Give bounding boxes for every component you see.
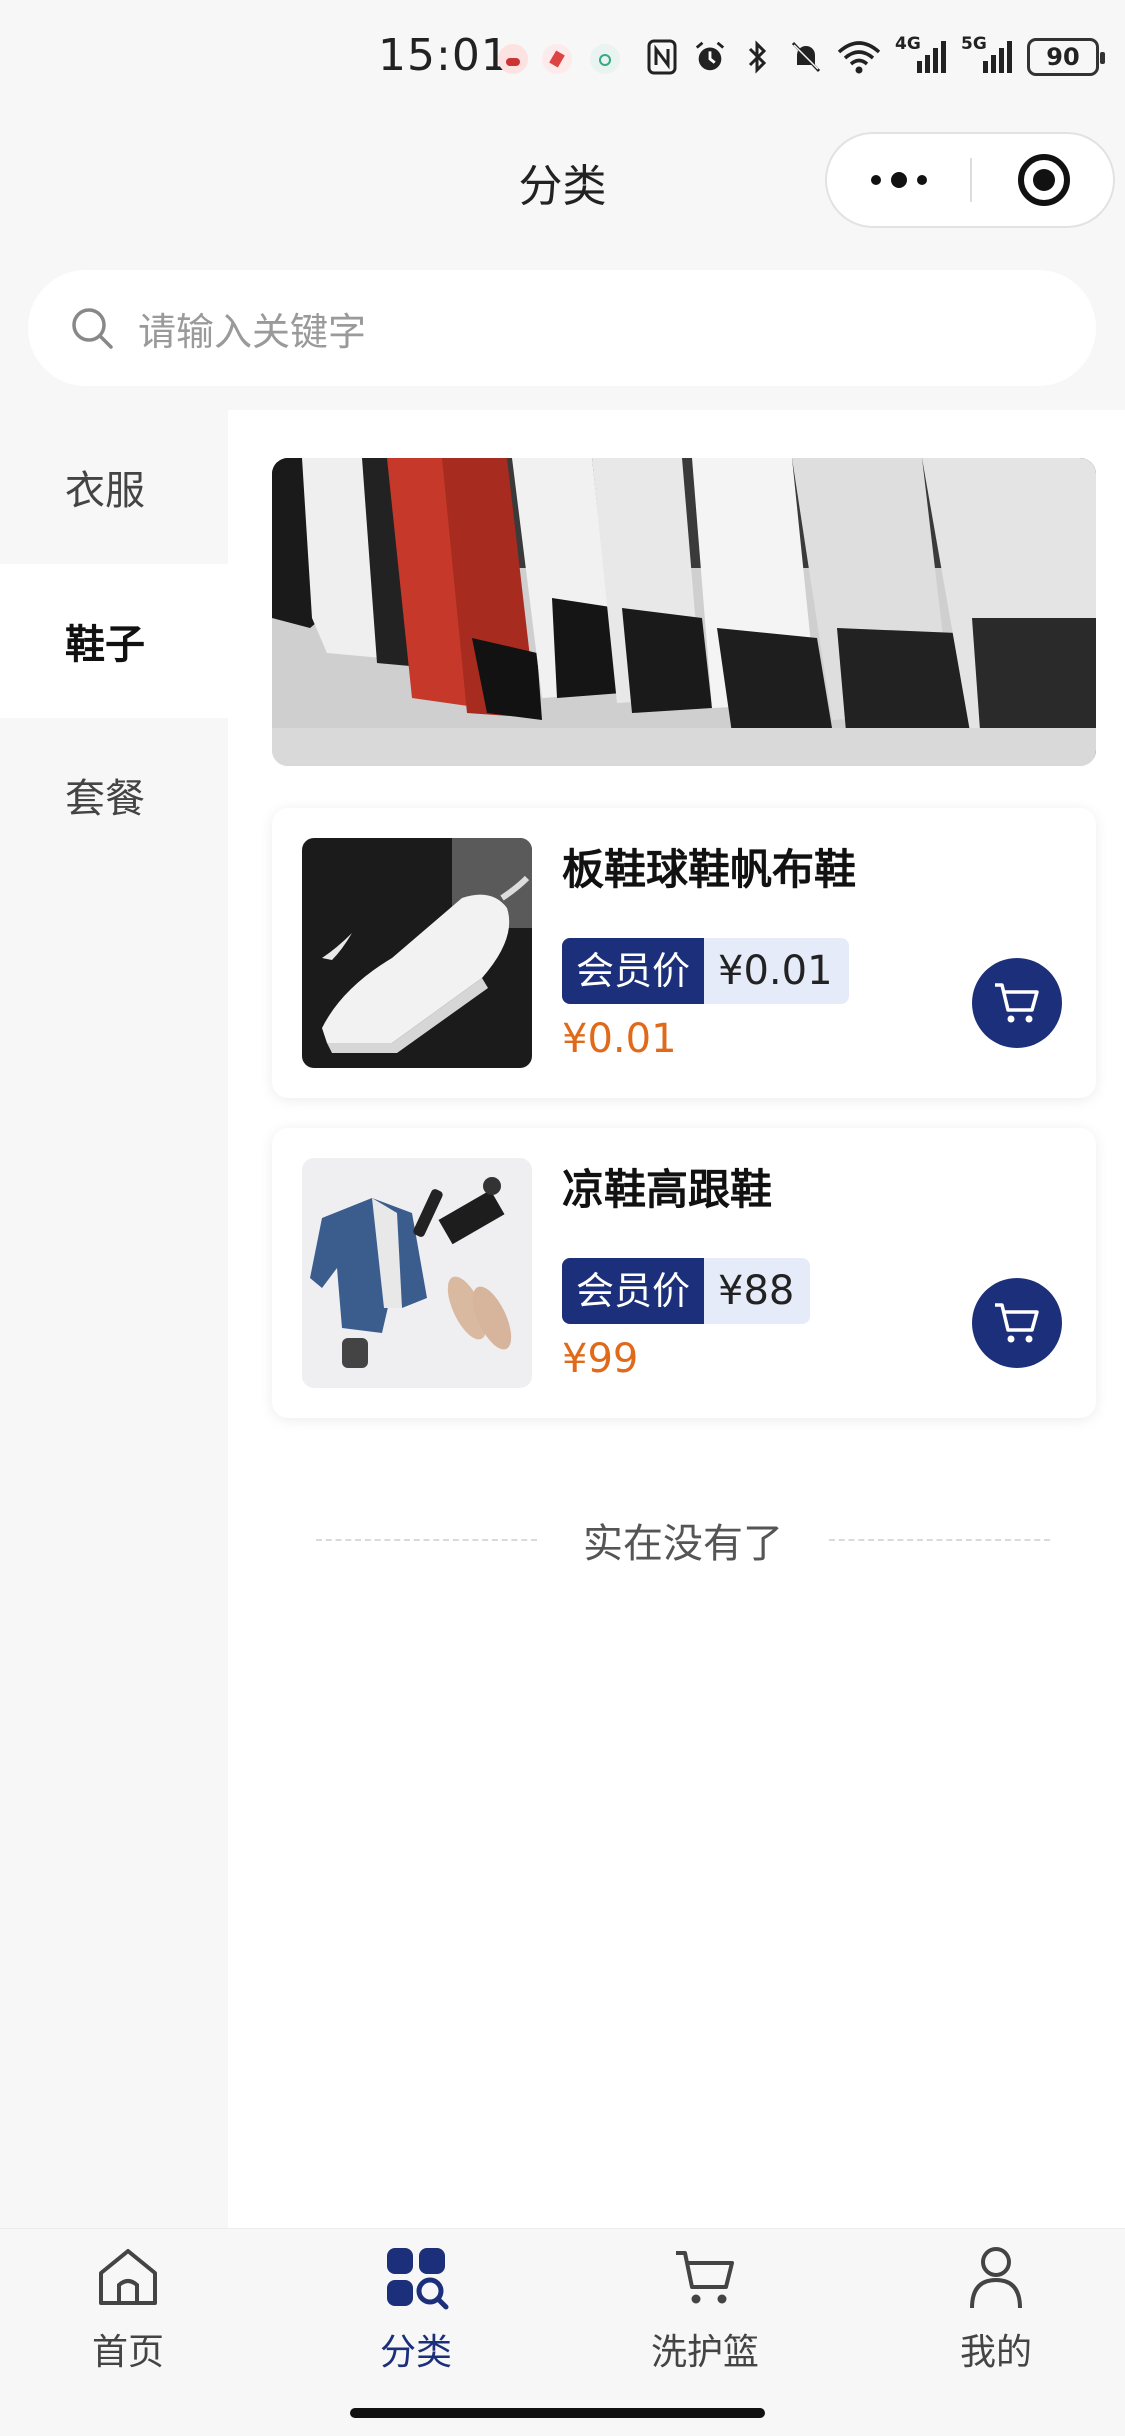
status-icons: 4G 5G 90 <box>645 34 1105 80</box>
product-name: 凉鞋高跟鞋 <box>562 1165 773 1214</box>
category-icon <box>380 2241 452 2313</box>
notification-app-icon <box>590 44 620 74</box>
close-button[interactable] <box>972 134 1115 226</box>
status-bar: 15:01 4G 5G 90 <box>0 0 1125 118</box>
sidebar-item-label: 套餐 <box>65 776 145 822</box>
tab-label: 分类 <box>379 2332 452 2373</box>
sidebar-item-shoes[interactable]: 鞋子 <box>0 564 228 718</box>
add-to-cart-button[interactable] <box>972 958 1062 1048</box>
cart-icon <box>669 2241 741 2313</box>
bluetooth-icon <box>741 38 775 76</box>
sidebar-item-package[interactable]: 套餐 <box>0 718 210 872</box>
more-button[interactable] <box>827 134 970 226</box>
more-dots-icon <box>870 175 881 185</box>
outfit-flatlay-illustration <box>302 1158 532 1388</box>
notification-app-icon <box>542 44 572 74</box>
search-input[interactable]: 请输入关键字 <box>28 270 1096 386</box>
cart-icon <box>995 1303 1039 1343</box>
bottom-tab-bar: 首页 分类 洗护篮 我的 <box>0 2228 1125 2436</box>
nav-header: 分类 <box>0 118 1125 245</box>
member-tag: 会员价 <box>562 1258 705 1324</box>
tab-home[interactable]: 首页 <box>38 2241 218 2391</box>
tab-mine[interactable]: 我的 <box>906 2241 1086 2391</box>
member-tag: 会员价 <box>562 938 705 1004</box>
tab-label: 我的 <box>959 2332 1032 2373</box>
tab-laundry-basket[interactable]: 洗护篮 <box>615 2241 795 2391</box>
product-list-area: 板鞋球鞋帆布鞋 会员价 ¥0.01 ¥0.01 凉鞋高跟鞋 会员价 ¥88 ¥9… <box>228 410 1125 2230</box>
product-price: ¥0.01 <box>562 1016 677 1062</box>
signal-4g-icon: 4G <box>895 34 947 76</box>
battery-icon: 90 <box>1027 38 1105 76</box>
mute-bell-icon <box>789 38 823 76</box>
user-icon <box>960 2241 1032 2313</box>
mini-program-capsule <box>825 132 1115 228</box>
list-end-indicator: 实在没有了 <box>316 1510 1050 1570</box>
product-card[interactable]: 凉鞋高跟鞋 会员价 ¥88 ¥99 <box>272 1128 1096 1418</box>
notification-app-icon <box>498 44 528 74</box>
add-to-cart-button[interactable] <box>972 1278 1062 1368</box>
member-price-badge: 会员价 ¥88 <box>562 1258 811 1324</box>
cart-icon <box>995 983 1039 1023</box>
product-price: ¥99 <box>562 1336 639 1382</box>
divider <box>829 1539 1050 1541</box>
sneakers-banner-illustration <box>272 458 1096 766</box>
member-price: ¥88 <box>704 1258 811 1324</box>
battery-level: 90 <box>1046 43 1080 71</box>
network-5g-label: 5G <box>961 34 987 54</box>
more-dots-icon-center <box>890 172 907 188</box>
sidebar-item-label: 衣服 <box>65 468 145 514</box>
product-image[interactable] <box>302 838 532 1068</box>
category-sidebar: 衣服 鞋子 套餐 <box>0 410 228 2230</box>
tab-category[interactable]: 分类 <box>326 2241 506 2391</box>
tab-label: 首页 <box>91 2332 164 2373</box>
alarm-icon <box>693 38 727 76</box>
product-image[interactable] <box>302 1158 532 1388</box>
member-price: ¥0.01 <box>704 938 849 1004</box>
white-sneaker-illustration <box>302 838 532 1068</box>
status-time: 15:01 <box>378 30 510 81</box>
tab-label: 洗护篮 <box>650 2332 759 2373</box>
wifi-icon <box>837 38 881 76</box>
nfc-icon <box>645 38 679 76</box>
home-icon <box>92 2241 164 2313</box>
search-placeholder: 请输入关键字 <box>138 309 367 354</box>
network-4g-label: 4G <box>895 34 921 54</box>
home-indicator[interactable] <box>350 2408 765 2418</box>
category-banner-image[interactable] <box>272 458 1096 766</box>
sidebar-item-clothes[interactable]: 衣服 <box>0 410 210 564</box>
sidebar-item-label: 鞋子 <box>65 622 145 668</box>
more-dots-icon-right <box>916 175 927 185</box>
product-card[interactable]: 板鞋球鞋帆布鞋 会员价 ¥0.01 ¥0.01 <box>272 808 1096 1098</box>
search-icon <box>72 308 113 349</box>
signal-5g-icon: 5G <box>961 34 1013 76</box>
list-end-text: 实在没有了 <box>583 1521 783 1567</box>
member-price-badge: 会员价 ¥0.01 <box>562 938 849 1004</box>
product-name: 板鞋球鞋帆布鞋 <box>562 845 857 894</box>
target-circle-icon <box>1017 154 1070 206</box>
divider <box>316 1539 537 1541</box>
